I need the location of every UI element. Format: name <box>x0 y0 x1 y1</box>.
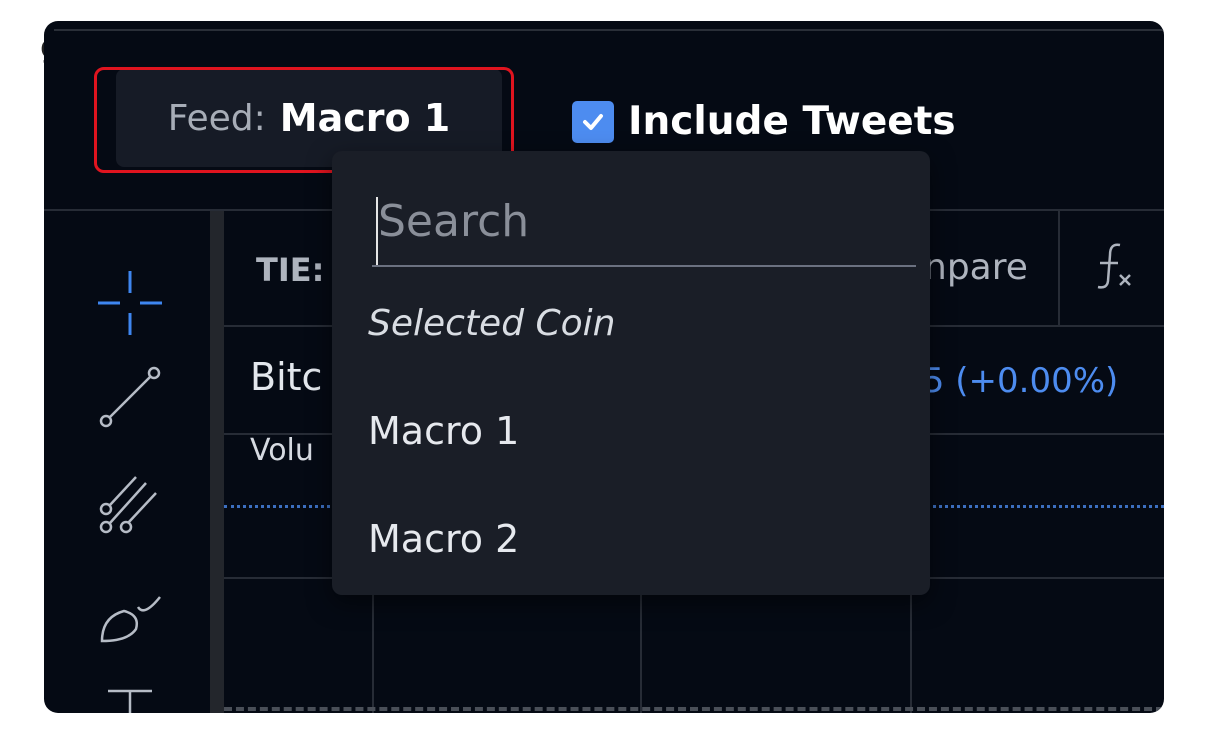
text-tool-icon[interactable] <box>94 677 166 713</box>
text-caret <box>376 197 378 265</box>
legend-title: Bitc <box>250 355 323 399</box>
bottom-dashed-line <box>224 707 1164 711</box>
include-tweets-label: Include Tweets <box>628 99 956 144</box>
toolbar-splitter[interactable] <box>210 211 224 713</box>
top-divider <box>54 29 1164 31</box>
menu-item-macro-2[interactable]: Macro 2 <box>368 517 519 561</box>
search-box[interactable] <box>372 175 924 267</box>
drawing-toolbar <box>44 211 210 713</box>
pitchfork-icon[interactable] <box>94 469 166 541</box>
feed-value: Macro 1 <box>279 96 451 140</box>
toolbar-separator <box>1058 211 1060 325</box>
brush-icon[interactable] <box>94 577 166 649</box>
legend-change: .5 (+0.00%) <box>912 361 1119 401</box>
search-input[interactable] <box>372 185 924 257</box>
indicators-icon[interactable] <box>1092 241 1136 301</box>
section-selected-coin[interactable]: Selected Coin <box>368 303 615 344</box>
grid-line <box>372 579 374 713</box>
feed-label: Feed: <box>167 97 266 139</box>
app-panel: Feed: Macro 1 Include Tweets TIE: npare … <box>44 21 1164 713</box>
menu-item-macro-1[interactable]: Macro 1 <box>368 409 519 453</box>
include-tweets-toggle[interactable]: Include Tweets <box>572 99 956 144</box>
grid-line <box>910 579 912 713</box>
volume-label: Volu <box>250 433 314 468</box>
crosshair-icon[interactable] <box>94 267 166 339</box>
symbol-label[interactable]: TIE: <box>256 251 324 289</box>
checkbox-checked-icon[interactable] <box>572 100 614 143</box>
trend-line-icon[interactable] <box>94 361 166 433</box>
feed-dropdown-menu: Selected Coin Macro 1 Macro 2 <box>332 151 930 595</box>
grid-line <box>640 579 642 713</box>
compare-button-label[interactable]: npare <box>924 247 1028 288</box>
